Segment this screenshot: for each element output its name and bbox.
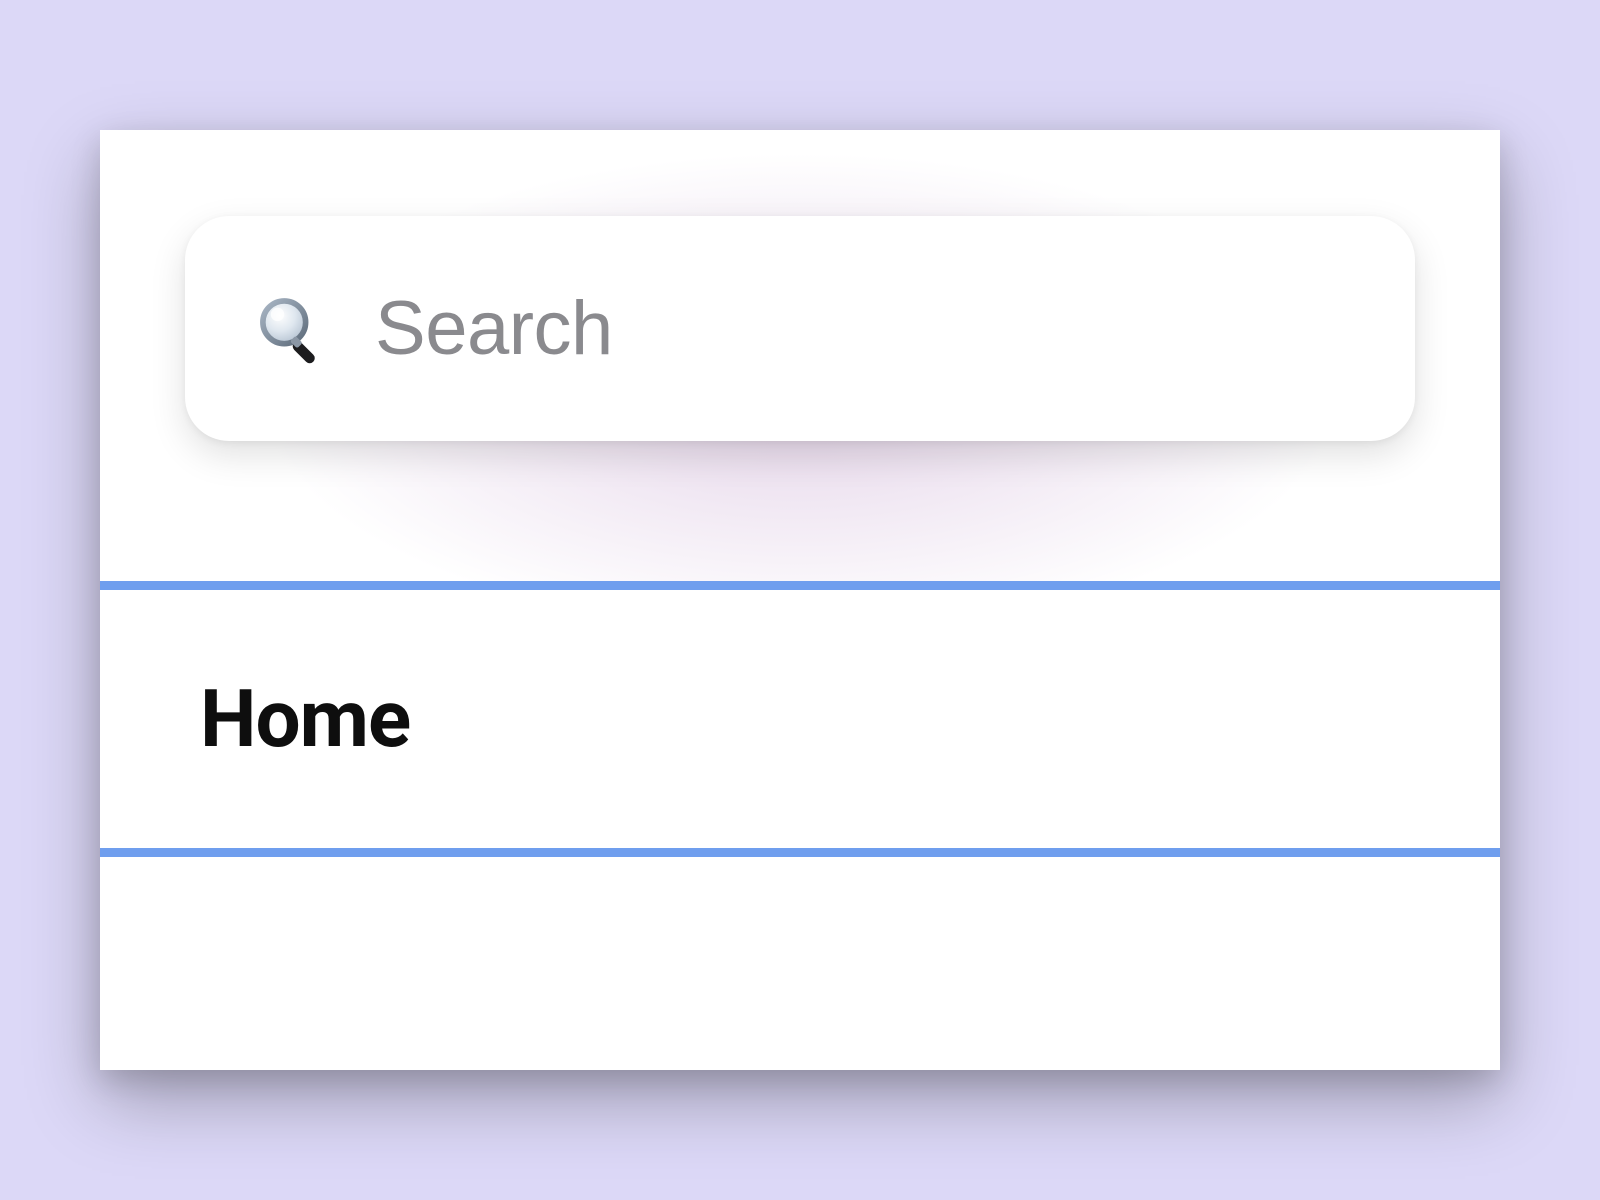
search-input[interactable] bbox=[375, 285, 1345, 372]
search-box[interactable] bbox=[185, 216, 1415, 441]
nav-item-home[interactable]: Home bbox=[100, 581, 1500, 857]
main-card: Home bbox=[100, 130, 1500, 1070]
nav-item-label: Home bbox=[200, 672, 410, 766]
search-icon bbox=[255, 293, 327, 365]
nav-section: Home bbox=[100, 581, 1500, 857]
search-area bbox=[100, 130, 1500, 441]
